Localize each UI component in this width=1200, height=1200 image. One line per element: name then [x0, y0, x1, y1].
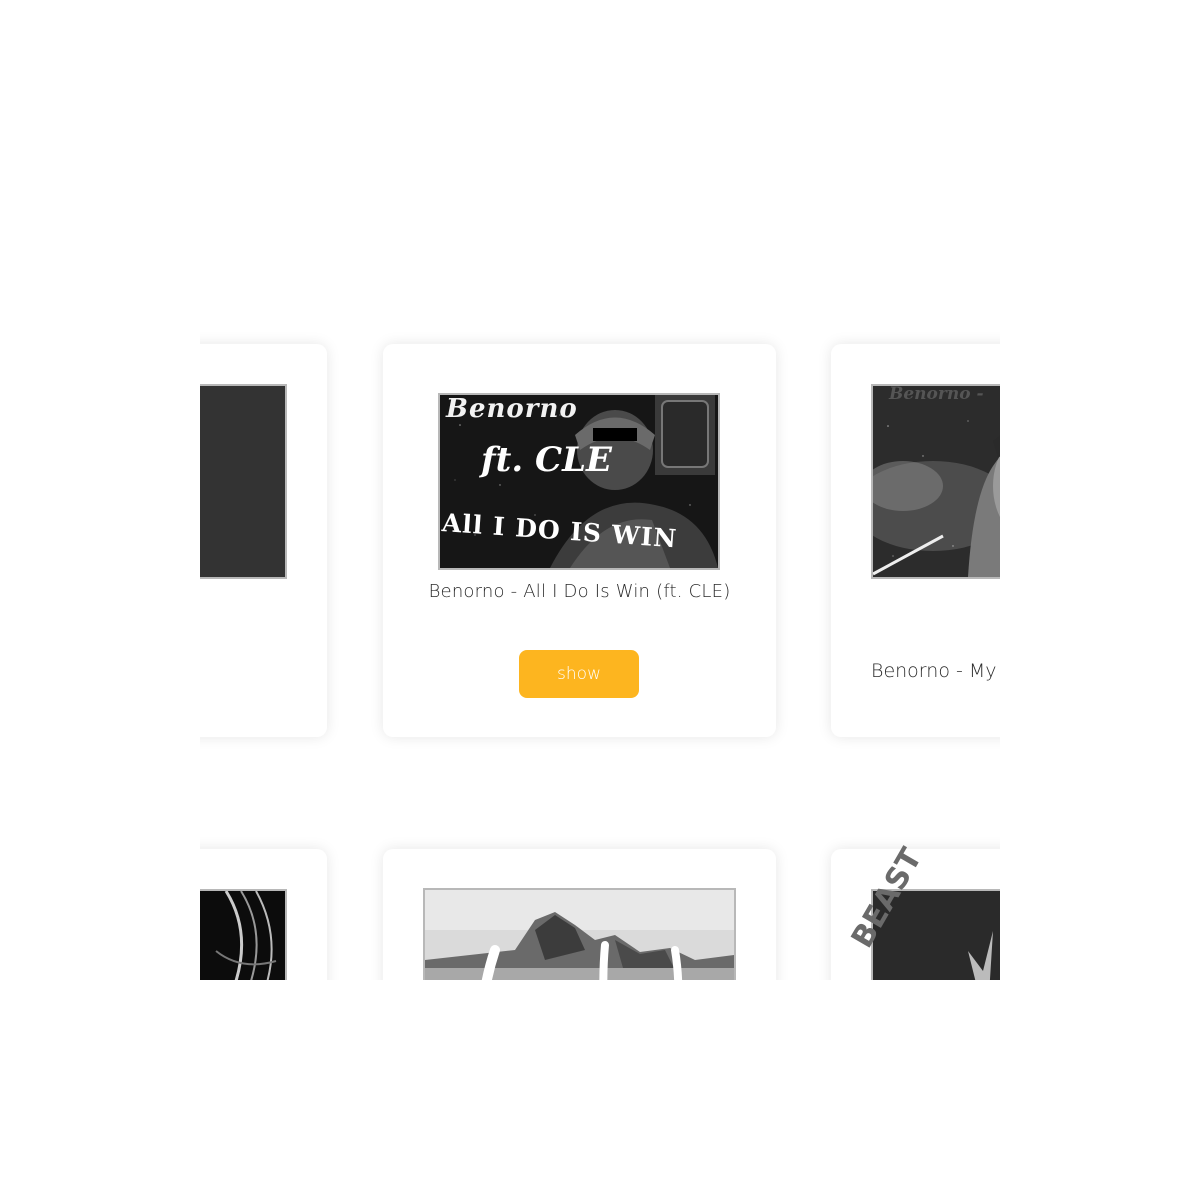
release-card-bottom-left: [200, 849, 327, 980]
release-card-center: Benorno ft. CLE All I DO IS WIN Benorno …: [383, 344, 776, 737]
release-card-left: [200, 344, 327, 737]
show-button[interactable]: show: [519, 650, 639, 698]
cover-text-right: Benorno -: [889, 384, 984, 404]
release-card-bottom-center: [383, 849, 776, 980]
cover-image-bottom-left[interactable]: [200, 889, 287, 980]
cover-text-line1: Benorno: [446, 394, 578, 424]
release-card-bottom-right: BEAST: [831, 842, 1000, 980]
cover-image-right[interactable]: [871, 384, 1000, 579]
carousel-viewport: Benorno ft. CLE All I DO IS WIN Benorno …: [200, 300, 1000, 980]
cover-image-left[interactable]: [200, 384, 287, 579]
release-title: Benorno - All I Do Is Win (ft. CLE): [428, 581, 731, 602]
release-card-right: Benorno - Benorno - My: [831, 344, 1000, 737]
cover-image-bottom-center[interactable]: [423, 888, 736, 980]
release-title-right: Benorno - My: [871, 660, 997, 682]
cover-text-line2: ft. CLE: [481, 440, 612, 480]
